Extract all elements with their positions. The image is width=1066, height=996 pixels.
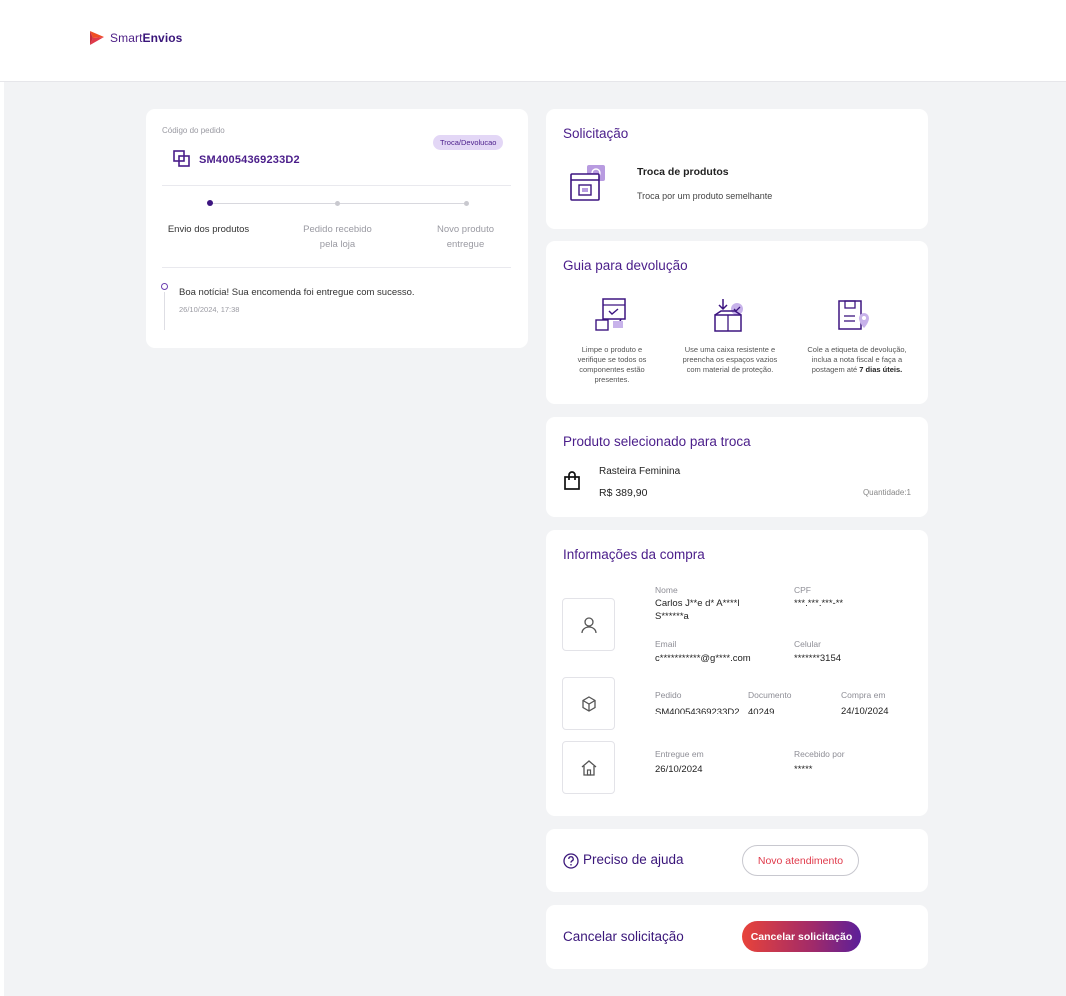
informacoes-card: Informações da compra Nome Carlos J**e d…	[546, 530, 928, 816]
order-card: Código do pedido SM40054369233D2 Troca/D…	[146, 109, 528, 348]
shipping-label-icon	[836, 297, 872, 338]
step-label-envio: Envio dos produtos	[167, 224, 250, 235]
entregue-label: Entregue em	[655, 749, 704, 759]
novo-atendimento-button[interactable]: Novo atendimento	[742, 845, 859, 876]
step-dot-active	[207, 200, 213, 206]
product-price: R$ 389,90	[599, 487, 648, 499]
product-name: Rasteira Feminina	[599, 466, 681, 477]
guia-devolucao-card: Guia para devolução Limpe o produto e ve…	[546, 241, 928, 404]
top-bar: SmartEnvios	[0, 0, 1066, 82]
guia-title: Guia para devolução	[563, 258, 688, 273]
step-label-novo-produto: Novo produto entregue	[436, 224, 495, 250]
solicitacao-type: Troca de produtos	[637, 166, 729, 178]
cancelar-text: Cancelar solicitação	[563, 929, 684, 944]
ajuda-text: Preciso de ajuda	[583, 852, 684, 867]
solicitacao-title: Solicitação	[563, 126, 629, 141]
compra-value: 24/10/2024	[841, 706, 889, 717]
help-icon	[563, 853, 579, 874]
divider	[162, 185, 511, 186]
timeline-date: 26/10/2024, 17:38	[179, 305, 240, 314]
documento-label: Documento	[748, 690, 792, 700]
order-code: SM40054369233D2	[199, 154, 300, 166]
user-icon-box	[562, 598, 615, 651]
order-code-label: Código do pedido	[162, 126, 225, 135]
celular-value: *******3154	[794, 653, 842, 664]
home-icon-box	[562, 741, 615, 794]
progress-line	[210, 203, 338, 204]
email-label: Email	[655, 639, 677, 649]
package-icon-box	[562, 677, 615, 730]
cpf-value: ***.***.***-**	[794, 598, 844, 609]
step-dot	[335, 201, 340, 206]
step-dot	[464, 201, 469, 206]
packing-box-icon	[711, 297, 747, 338]
ajuda-card: Preciso de ajuda Novo atendimento	[546, 829, 928, 892]
home-icon	[581, 759, 596, 776]
documento-value: 40249	[748, 707, 775, 714]
brand-name: SmartEnvios	[110, 31, 183, 45]
brand-logo[interactable]: SmartEnvios	[89, 30, 182, 46]
solicitacao-description: Troca por um produto semelhante	[637, 191, 773, 201]
info-title: Informações da compra	[563, 547, 705, 562]
divider	[162, 267, 511, 268]
email-value: c***********@g****.com	[655, 653, 751, 664]
nome-label: Nome	[655, 585, 678, 595]
status-badge: Troca/Devolucao	[433, 135, 504, 150]
recebido-label: Recebido por	[794, 749, 845, 759]
shopping-bag-icon	[563, 471, 581, 496]
produto-title: Produto selecionado para troca	[563, 434, 751, 449]
exchange-box-icon	[569, 162, 609, 207]
timeline-line	[164, 292, 165, 330]
pedido-label: Pedido	[655, 690, 682, 700]
package-icon	[581, 695, 596, 712]
copy-icon[interactable]	[173, 150, 191, 173]
entregue-value: 26/10/2024	[655, 764, 703, 775]
celular-label: Celular	[794, 639, 821, 649]
clean-product-icon	[593, 297, 629, 338]
progress-line	[339, 203, 467, 204]
guia-step-1: Limpe o produto e verifique se todos os …	[577, 345, 647, 384]
product-quantity: Quantidade:1	[862, 488, 911, 497]
timeline-message: Boa notícia! Sua encomenda foi entregue …	[179, 287, 415, 298]
smartenvios-logo-icon	[90, 31, 104, 45]
solicitacao-card: Solicitação Troca de produtos Troca por …	[546, 109, 928, 229]
step-label-recebido: Pedido recebido pela loja	[303, 224, 372, 250]
pedido-value: SM40054369233D2	[655, 707, 740, 714]
user-icon	[580, 616, 597, 633]
cpf-label: CPF	[794, 585, 811, 595]
guia-step-3: Cole a etiqueta de devolução, inclua a n…	[807, 345, 907, 374]
nome-value: Carlos J**e d* A****l S******a	[655, 598, 740, 622]
recebido-value: *****	[794, 764, 813, 775]
compra-label: Compra em	[841, 690, 886, 700]
left-strip	[0, 82, 4, 996]
guia-step-2: Use uma caixa resistente e preencha os e…	[682, 345, 778, 374]
produto-card: Produto selecionado para troca Rasteira …	[546, 417, 928, 517]
cancelar-solicitacao-button[interactable]: Cancelar solicitação	[742, 921, 861, 952]
timeline-dot	[161, 283, 168, 290]
cancelar-card: Cancelar solicitação Cancelar solicitaçã…	[546, 905, 928, 969]
